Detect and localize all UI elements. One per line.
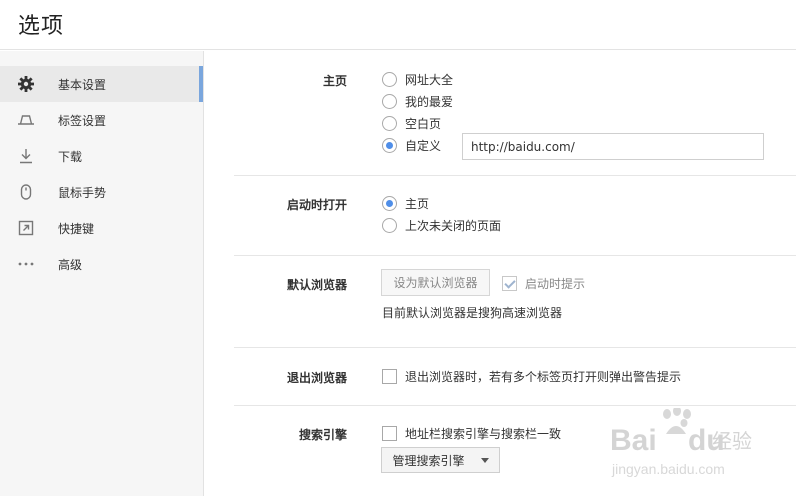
title-bar: 选项 [0, 0, 796, 50]
divider [234, 255, 796, 256]
startup-option-homepage[interactable]: 主页 [382, 194, 429, 212]
checkbox[interactable] [382, 368, 397, 384]
checkbox-checked[interactable] [502, 275, 517, 291]
sidebar: 基本设置 标签设置 下载 鼠标手势 快捷键 高级 [0, 51, 204, 496]
homepage-url-input[interactable] [462, 133, 764, 160]
sidebar-item-label: 基本设置 [58, 78, 107, 92]
mouse-icon [17, 183, 35, 201]
homepage-option-blank[interactable]: 空白页 [382, 114, 441, 132]
homepage-label: 主页 [322, 74, 347, 88]
divider [234, 347, 796, 348]
sidebar-item-label: 快捷键 [58, 222, 95, 236]
manage-search-engines-button[interactable]: 管理搜索引擎 [381, 447, 500, 473]
more-icon [17, 255, 35, 273]
startup-option-last-session[interactable]: 上次未关闭的页面 [382, 216, 501, 234]
watermark-url: jingyan.baidu.com [611, 461, 725, 477]
radio-button-selected[interactable] [382, 137, 397, 153]
sidebar-item-label: 鼠标手势 [58, 186, 107, 200]
divider [234, 405, 796, 406]
sidebar-item-label: 标签设置 [58, 114, 107, 128]
default-browser-label: 默认浏览器 [286, 278, 347, 292]
watermark-text-bai: Bai [610, 424, 657, 457]
download-icon [17, 147, 35, 165]
sidebar-item-label: 下载 [58, 150, 83, 164]
watermark-text-jingyan: 经验 [712, 429, 752, 453]
startup-prompt-checkbox-row[interactable]: 启动时提示 [502, 274, 585, 292]
homepage-option-favorites[interactable]: 我的最爱 [382, 92, 453, 110]
radio-button[interactable] [382, 217, 397, 233]
startup-label: 启动时打开 [286, 198, 347, 212]
sidebar-item-download[interactable]: 下载 [0, 138, 203, 174]
sidebar-item-shortcut[interactable]: 快捷键 [0, 210, 203, 246]
exit-browser-label: 退出浏览器 [286, 371, 347, 385]
baidu-jingyan-watermark: Bai du 经验 jingyan.baidu.com [610, 406, 760, 488]
sidebar-item-advanced[interactable]: 高级 [0, 246, 203, 282]
manage-search-engines-label: 管理搜索引擎 [392, 453, 465, 468]
search-engine-label: 搜索引擎 [298, 428, 347, 442]
set-default-browser-button[interactable]: 设为默认浏览器 [381, 269, 490, 296]
radio-button[interactable] [382, 71, 397, 87]
tab-icon [17, 111, 35, 129]
page-title: 选项 [18, 14, 65, 39]
sidebar-item-mouse-gesture[interactable]: 鼠标手势 [0, 174, 203, 210]
divider [234, 175, 796, 176]
sidebar-item-basic-settings[interactable]: 基本设置 [0, 66, 203, 102]
homepage-option-url-nav[interactable]: 网址大全 [382, 70, 453, 88]
search-engine-sync-checkbox-row[interactable]: 地址栏搜索引擎与搜索栏一致 [382, 424, 561, 442]
sidebar-item-tab-settings[interactable]: 标签设置 [0, 102, 203, 138]
checkbox[interactable] [382, 425, 397, 441]
homepage-option-custom[interactable]: 自定义 [382, 136, 441, 154]
radio-button[interactable] [382, 93, 397, 109]
exit-warning-checkbox-row[interactable]: 退出浏览器时，若有多个标签页打开则弹出警告提示 [382, 367, 681, 385]
chevron-down-icon [480, 457, 489, 463]
sidebar-item-label: 高级 [58, 258, 83, 272]
shortcut-icon [17, 219, 35, 237]
radio-button[interactable] [382, 115, 397, 131]
default-browser-status: 目前默认浏览器是搜狗高速浏览器 [382, 306, 563, 320]
gear-icon [17, 75, 35, 93]
radio-button-selected[interactable] [382, 195, 397, 211]
